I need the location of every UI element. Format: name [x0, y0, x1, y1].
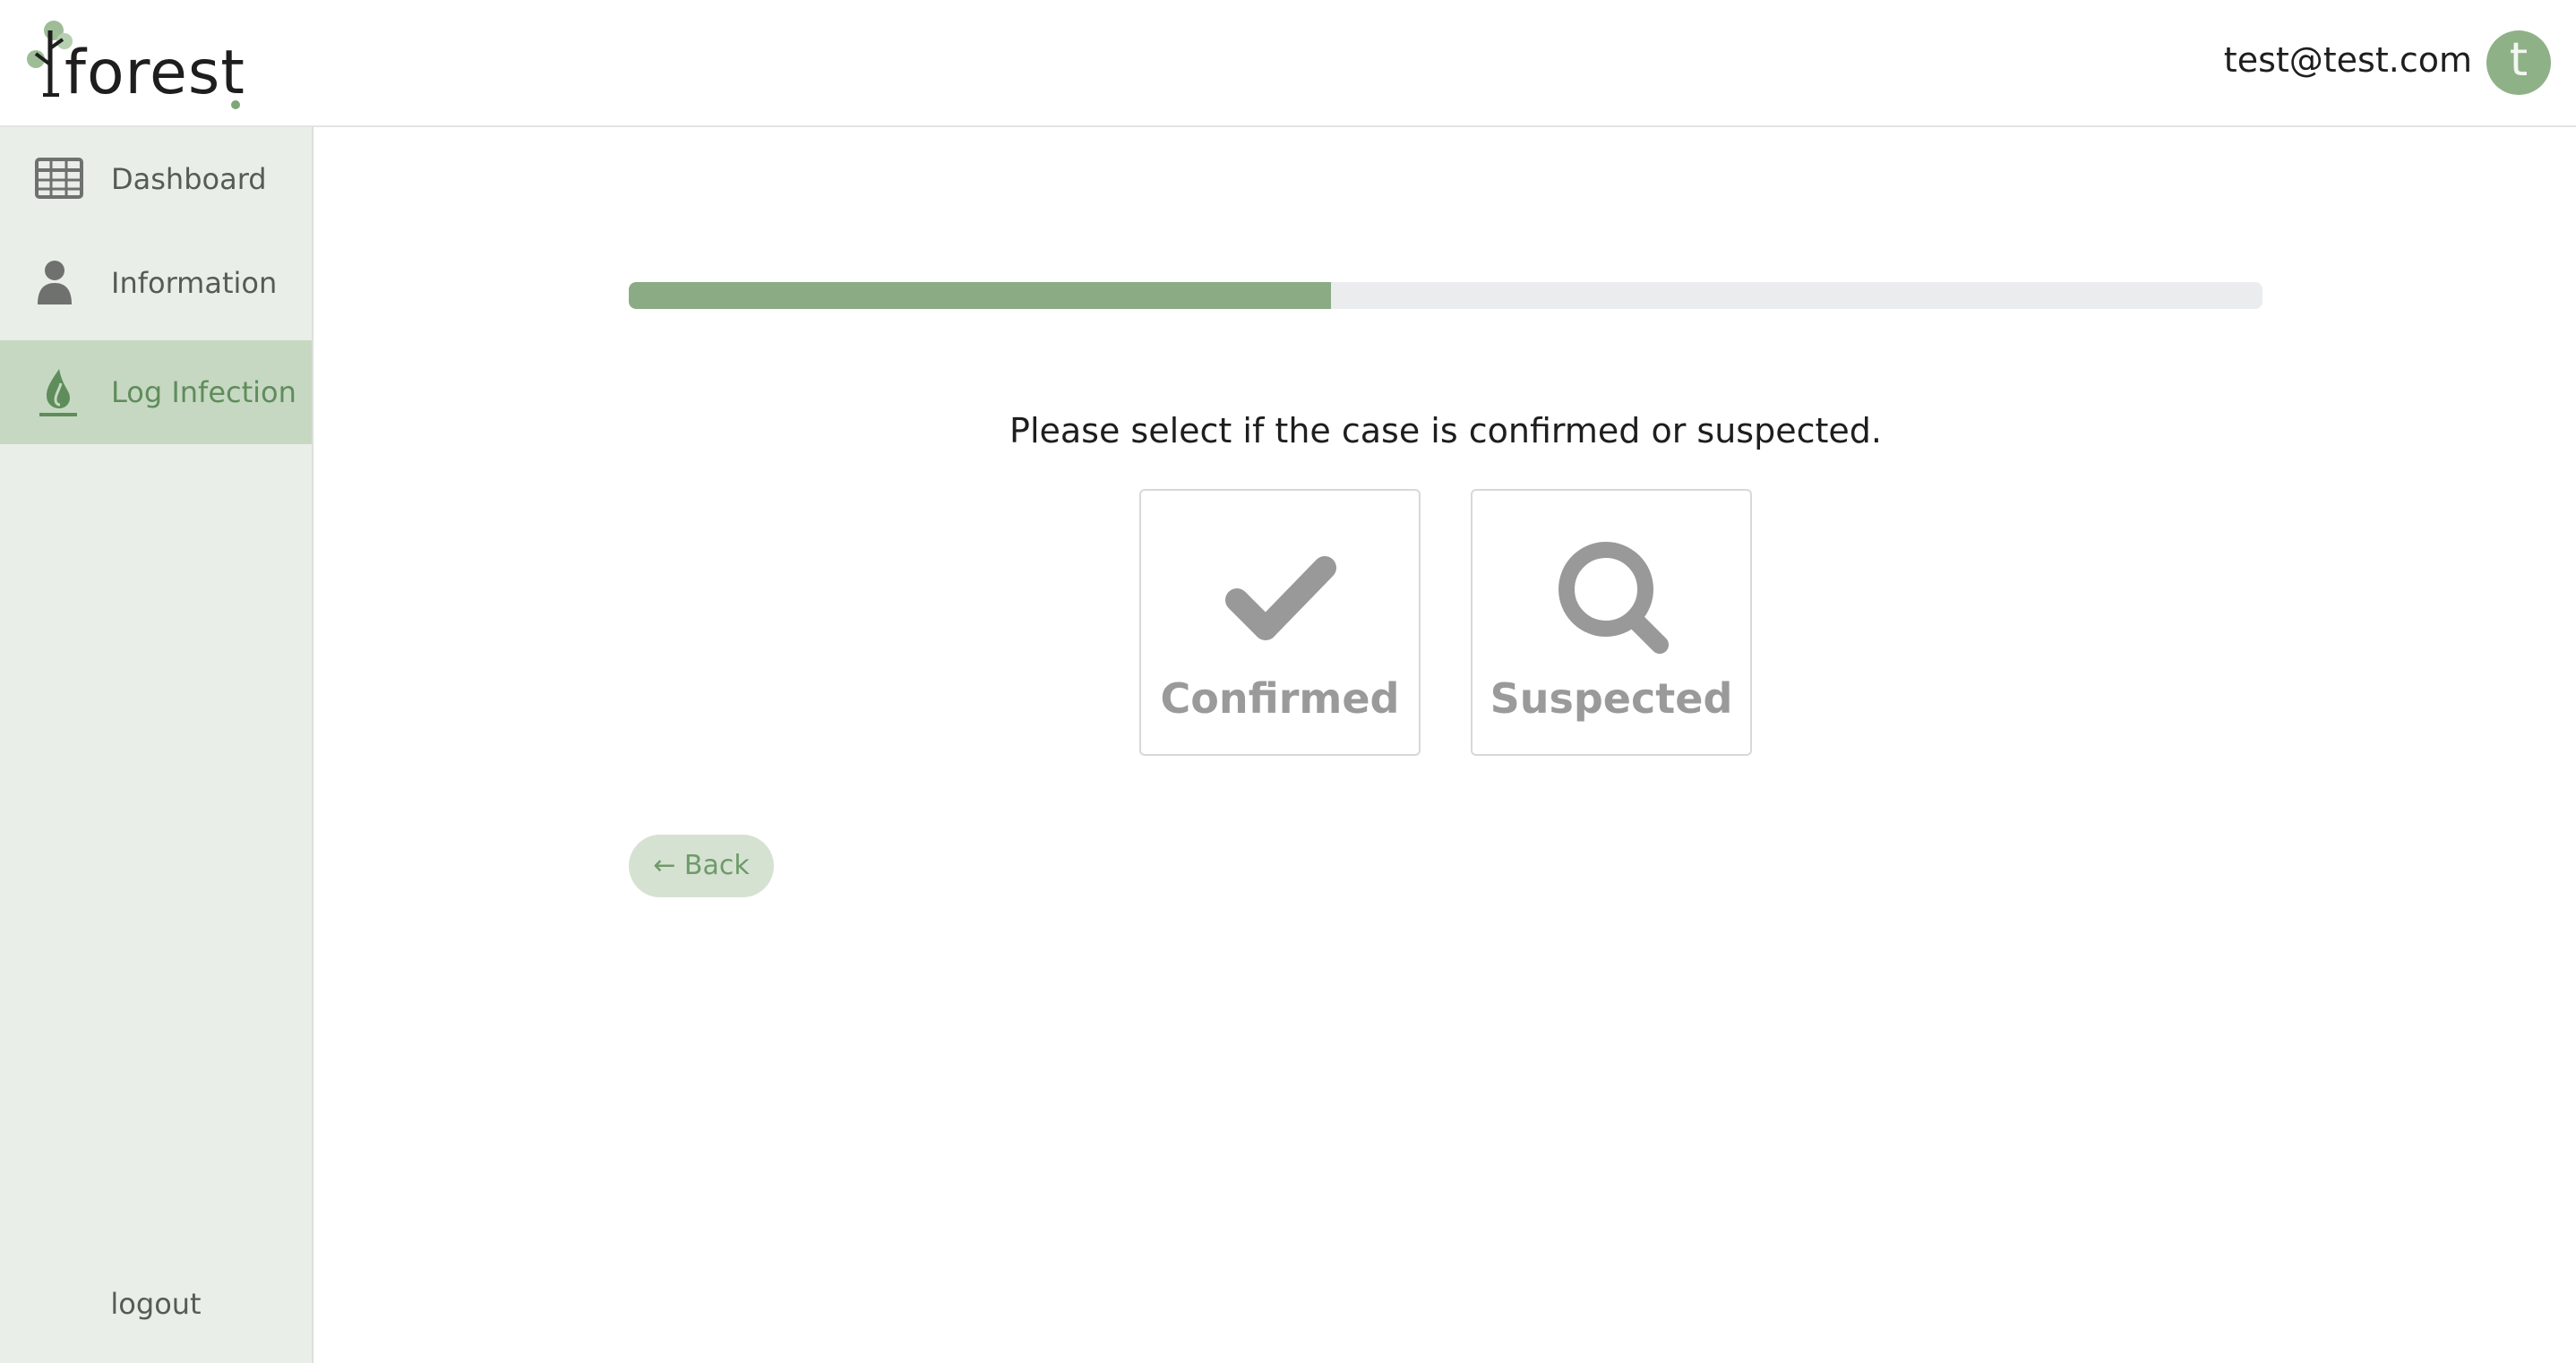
- option-label: Suspected: [1490, 674, 1733, 723]
- progress-bar-fill: [629, 282, 1332, 309]
- flame-icon: [34, 367, 84, 417]
- sidebar-item-information[interactable]: Information: [0, 231, 312, 335]
- suspected-option-button[interactable]: Suspected: [1471, 489, 1752, 756]
- user-avatar[interactable]: t: [2486, 30, 2551, 95]
- logo-dot: [231, 100, 240, 109]
- app-header: forest test@test.com t: [0, 0, 2576, 127]
- sidebar-item-label: Log Infection: [111, 375, 296, 409]
- question-prompt: Please select if the case is confirmed o…: [1009, 411, 1882, 450]
- sidebar-item-dashboard[interactable]: Dashboard: [0, 127, 312, 231]
- sidebar-item-label: Dashboard: [111, 162, 267, 196]
- progress-bar: [629, 282, 2263, 309]
- confirmed-option-button[interactable]: Confirmed: [1139, 489, 1421, 756]
- option-label: Confirmed: [1160, 674, 1400, 723]
- magnifier-icon: [1473, 536, 1750, 661]
- user-email: test@test.com: [2223, 40, 2472, 80]
- logout-link[interactable]: logout: [0, 1284, 312, 1324]
- sidebar-item-log-infection[interactable]: Log Infection: [0, 340, 312, 444]
- back-button[interactable]: ← Back: [629, 835, 774, 897]
- sidebar-item-label: Information: [111, 266, 278, 300]
- table-grid-icon: [34, 154, 84, 204]
- checkmark-icon: [1141, 536, 1419, 661]
- person-icon: [34, 258, 84, 308]
- forest-logo[interactable]: forest: [23, 18, 256, 109]
- logo-wordmark: forest: [64, 38, 245, 108]
- sidebar: Dashboard Information Log Infection logo…: [0, 127, 313, 1363]
